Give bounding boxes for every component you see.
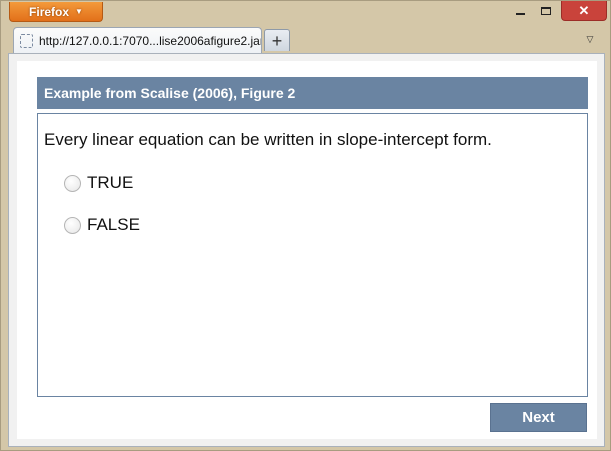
next-button-label: Next — [522, 409, 555, 426]
radio-false[interactable] — [64, 216, 81, 234]
minimize-icon — [515, 13, 525, 15]
page-content: Example from Scalise (2006), Figure 2 Ev… — [8, 53, 605, 447]
minimize-button[interactable] — [507, 1, 533, 21]
option-false-label[interactable]: FALSE — [87, 215, 140, 235]
browser-tab[interactable]: http://127.0.0.1:7070...lise2006afigure2… — [13, 27, 262, 53]
option-true-label[interactable]: TRUE — [87, 173, 133, 193]
option-false[interactable]: FALSE — [64, 215, 140, 235]
page-icon — [20, 33, 33, 48]
page-title-bar: Example from Scalise (2006), Figure 2 — [37, 77, 588, 109]
tab-list-button[interactable]: ▽ — [584, 33, 596, 45]
close-icon: ✕ — [578, 2, 590, 18]
option-true[interactable]: TRUE — [64, 173, 133, 193]
tab-title: http://127.0.0.1:7070...lise2006afigure2… — [39, 33, 261, 48]
new-tab-button[interactable]: + — [264, 29, 290, 51]
page-title: Example from Scalise (2006), Figure 2 — [44, 85, 296, 101]
firefox-menu-button[interactable]: Firefox ▼ — [9, 2, 103, 22]
question-panel: Every linear equation can be written in … — [37, 113, 588, 397]
close-button[interactable]: ✕ — [561, 1, 607, 21]
browser-window: Firefox ▼ ✕ http://127.0.0.1:7070...lise… — [0, 0, 611, 451]
tab-list-icon: ▽ — [586, 33, 594, 44]
maximize-icon — [541, 7, 551, 15]
firefox-menu-caret-icon: ▼ — [75, 7, 83, 16]
next-button[interactable]: Next — [490, 403, 587, 432]
firefox-menu-label: Firefox — [29, 4, 70, 19]
plus-icon: + — [271, 30, 283, 51]
maximize-button[interactable] — [533, 1, 559, 21]
radio-true[interactable] — [64, 174, 81, 192]
question-prompt: Every linear equation can be written in … — [44, 130, 492, 149]
page-body: Example from Scalise (2006), Figure 2 Ev… — [17, 61, 597, 439]
